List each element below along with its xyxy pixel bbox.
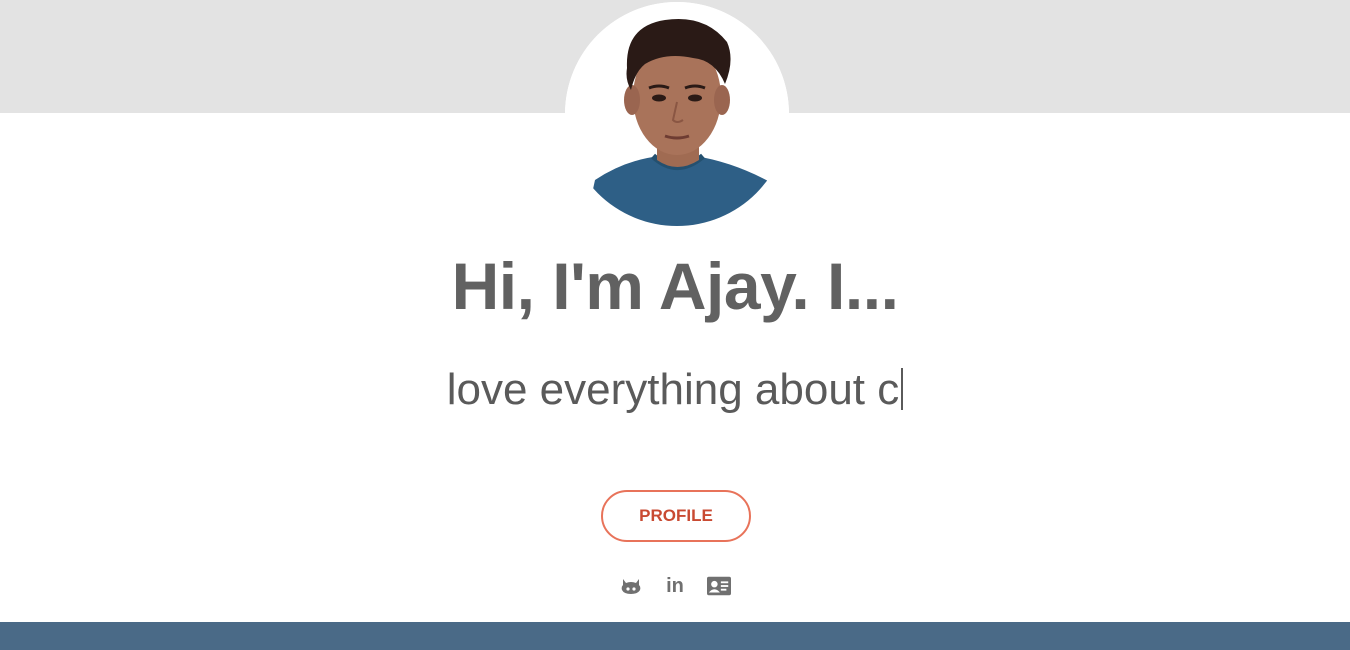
linkedin-icon: in: [666, 575, 684, 597]
typed-text: love everything about c: [446, 365, 900, 414]
contact-card-icon: [707, 576, 731, 596]
typing-cursor: [901, 368, 904, 410]
linkedin-link[interactable]: in: [663, 574, 687, 598]
github-icon: [621, 579, 641, 594]
github-link[interactable]: [619, 574, 643, 598]
contact-card-link[interactable]: [707, 574, 731, 598]
hero-headline: Hi, I'm Ajay. I...: [451, 249, 899, 323]
social-links: in: [0, 574, 1350, 598]
avatar-photo: [565, 2, 789, 226]
footer-band: [0, 622, 1350, 650]
avatar: [565, 2, 789, 226]
typed-tagline: love everything about c: [0, 362, 1350, 418]
profile-button[interactable]: PROFILE: [601, 490, 751, 542]
